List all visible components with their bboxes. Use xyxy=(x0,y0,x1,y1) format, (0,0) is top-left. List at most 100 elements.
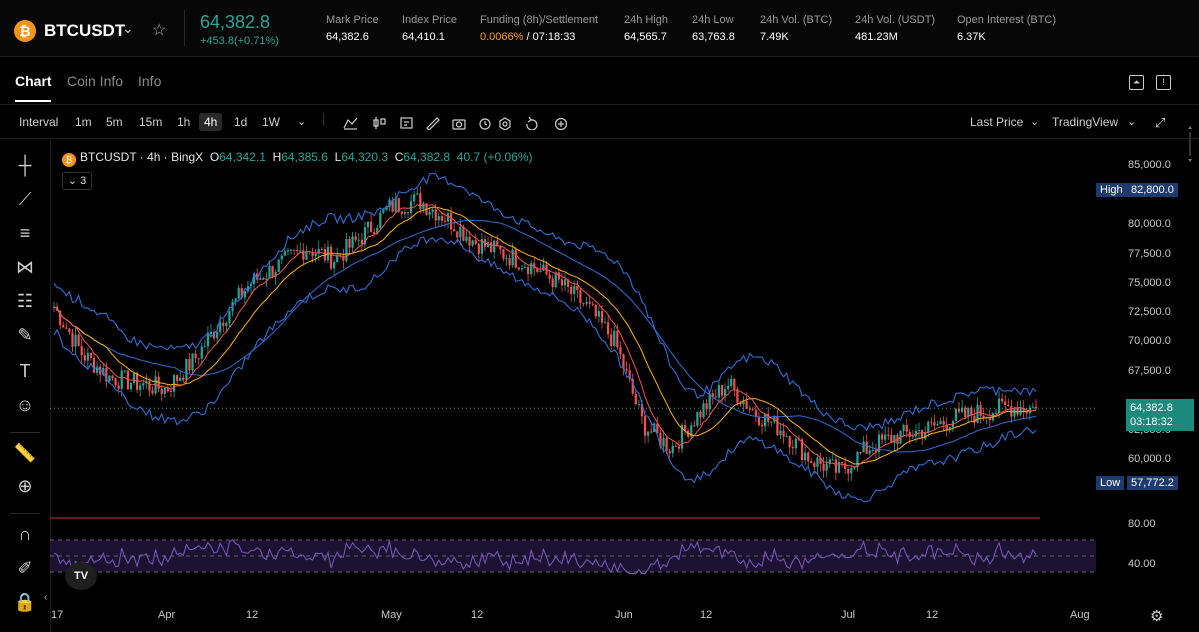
candle-body xyxy=(850,468,853,474)
tab-coin-info[interactable]: Coin Info xyxy=(67,73,123,89)
template-icon[interactable] xyxy=(400,117,413,129)
crosshair-icon[interactable]: ┼ xyxy=(12,152,38,178)
more-intervals-chevron-icon[interactable]: ⌄ xyxy=(297,115,306,128)
interval-4h[interactable]: 4h xyxy=(199,113,223,131)
candle-body xyxy=(114,378,117,386)
tradingview-logo[interactable]: TV xyxy=(65,562,97,590)
candle-body xyxy=(702,403,705,418)
candle-body xyxy=(265,278,268,280)
trendline-icon[interactable]: ⟋ xyxy=(12,186,38,212)
candle-body xyxy=(548,274,551,279)
price-change: +453.8(+0.71%) xyxy=(200,35,279,47)
zoom-in-icon[interactable]: ⊕ xyxy=(12,473,38,499)
candle-body xyxy=(366,221,370,228)
pencil-icon[interactable] xyxy=(426,117,440,130)
lock-icon[interactable]: 🔒 xyxy=(12,589,38,615)
candle-body xyxy=(720,385,724,396)
candle-body xyxy=(788,436,791,448)
chevron-down-icon[interactable]: ⌄ xyxy=(1127,115,1136,128)
candle-body xyxy=(745,400,748,409)
fullscreen-icon[interactable]: ⤢ xyxy=(1155,115,1165,131)
tab-info[interactable]: Info xyxy=(138,73,161,89)
candle-body xyxy=(573,285,576,295)
divider xyxy=(10,432,40,433)
last-price: 64,382.8 xyxy=(200,12,271,32)
candle-body xyxy=(585,301,588,304)
candle-body xyxy=(961,407,964,412)
candle-body xyxy=(517,267,520,270)
tab-chart[interactable]: Chart xyxy=(15,73,52,89)
candle-body xyxy=(714,396,717,398)
candle-body xyxy=(523,266,527,269)
candle-body xyxy=(403,212,407,214)
alarm-icon[interactable]: ⏶ xyxy=(1129,75,1144,90)
candle-body xyxy=(293,249,296,251)
legend-low: 64,320.3 xyxy=(341,150,389,164)
price-chart[interactable] xyxy=(50,140,1096,606)
magnet-icon[interactable]: ∩ xyxy=(12,521,38,547)
stat-mark-price: Mark Price 64,382.6 xyxy=(326,14,379,43)
interval-15m[interactable]: 15m xyxy=(139,115,162,129)
indicators-icon[interactable] xyxy=(343,117,358,130)
candle-body xyxy=(862,441,865,453)
candle-body xyxy=(357,239,360,241)
horizontal-lines-icon[interactable]: ≡ xyxy=(12,220,38,246)
candle-body xyxy=(954,408,958,422)
candle-body xyxy=(379,212,382,228)
time-axis[interactable]: 17 Apr 12 May 12 Jun 12 Jul 12 Aug xyxy=(50,606,1096,632)
interval-1h[interactable]: 1h xyxy=(177,115,190,129)
settings-icon[interactable] xyxy=(499,117,511,130)
candle-body xyxy=(351,236,354,248)
chevron-down-icon[interactable]: ⌄ xyxy=(122,20,134,37)
low-marker-value: 57,772.2 xyxy=(1127,476,1178,490)
fib-icon[interactable]: ☷ xyxy=(12,288,38,314)
candle-body xyxy=(514,249,517,268)
candle-body xyxy=(89,352,93,358)
candle-body xyxy=(579,290,582,303)
candle-body xyxy=(314,253,317,257)
price-axis[interactable]: 85,000.0 80,000.0 77,500.0 75,000.0 72,5… xyxy=(1096,140,1199,605)
candle-body xyxy=(65,327,68,329)
pattern-icon[interactable]: ⋈ xyxy=(12,254,38,280)
ruler-icon[interactable]: 📏 xyxy=(12,440,38,466)
emoji-icon[interactable]: ☺ xyxy=(12,392,38,418)
indicators-collapse-button[interactable]: ⌄ 3 xyxy=(62,172,92,190)
candle-body xyxy=(111,375,114,379)
candle-body xyxy=(582,302,585,304)
bollinger-lower xyxy=(53,236,1037,503)
candle-body xyxy=(179,377,182,381)
collapse-toolbar-icon[interactable]: ‹ xyxy=(44,592,47,603)
brush-icon[interactable]: ✎ xyxy=(12,322,38,348)
price-source-select[interactable]: Last Price xyxy=(970,115,1023,129)
bitcoin-icon: ₿ xyxy=(62,153,76,167)
text-tool-icon[interactable]: T xyxy=(12,358,38,384)
camera-icon[interactable] xyxy=(452,119,466,130)
candle-body xyxy=(1001,398,1004,402)
info-icon[interactable]: ! xyxy=(1156,75,1171,90)
candle-body xyxy=(169,391,173,393)
undo-icon[interactable] xyxy=(526,116,538,130)
lock-drawing-icon[interactable]: ✐ xyxy=(12,555,38,581)
interval-1m[interactable]: 1m xyxy=(75,115,92,129)
candle-type-icon[interactable] xyxy=(373,117,386,129)
interval-1d[interactable]: 1d xyxy=(234,115,247,129)
gear-icon[interactable]: ⚙ xyxy=(1150,607,1163,625)
candle-body xyxy=(634,393,637,405)
chart-mode-select[interactable]: TradingView xyxy=(1052,115,1118,129)
alert-clock-icon[interactable] xyxy=(479,118,491,130)
candle-body xyxy=(733,378,736,390)
star-icon[interactable]: ☆ xyxy=(152,20,166,40)
symbol-name[interactable]: BTCUSDT xyxy=(44,21,125,41)
candle-body xyxy=(206,334,210,347)
stat-label: 24h High xyxy=(624,14,669,26)
interval-5m[interactable]: 5m xyxy=(106,115,123,129)
x-tick-label: May xyxy=(381,609,402,621)
stat-label: Index Price xyxy=(402,14,458,26)
candle-body xyxy=(807,452,810,462)
chevron-down-icon[interactable]: ⌄ xyxy=(1030,115,1039,128)
indicators-count: 3 xyxy=(80,175,87,187)
candle-body xyxy=(329,246,333,269)
legend-high: 64,385.6 xyxy=(281,150,328,164)
add-icon[interactable] xyxy=(554,117,568,130)
interval-1w[interactable]: 1W xyxy=(262,115,280,129)
